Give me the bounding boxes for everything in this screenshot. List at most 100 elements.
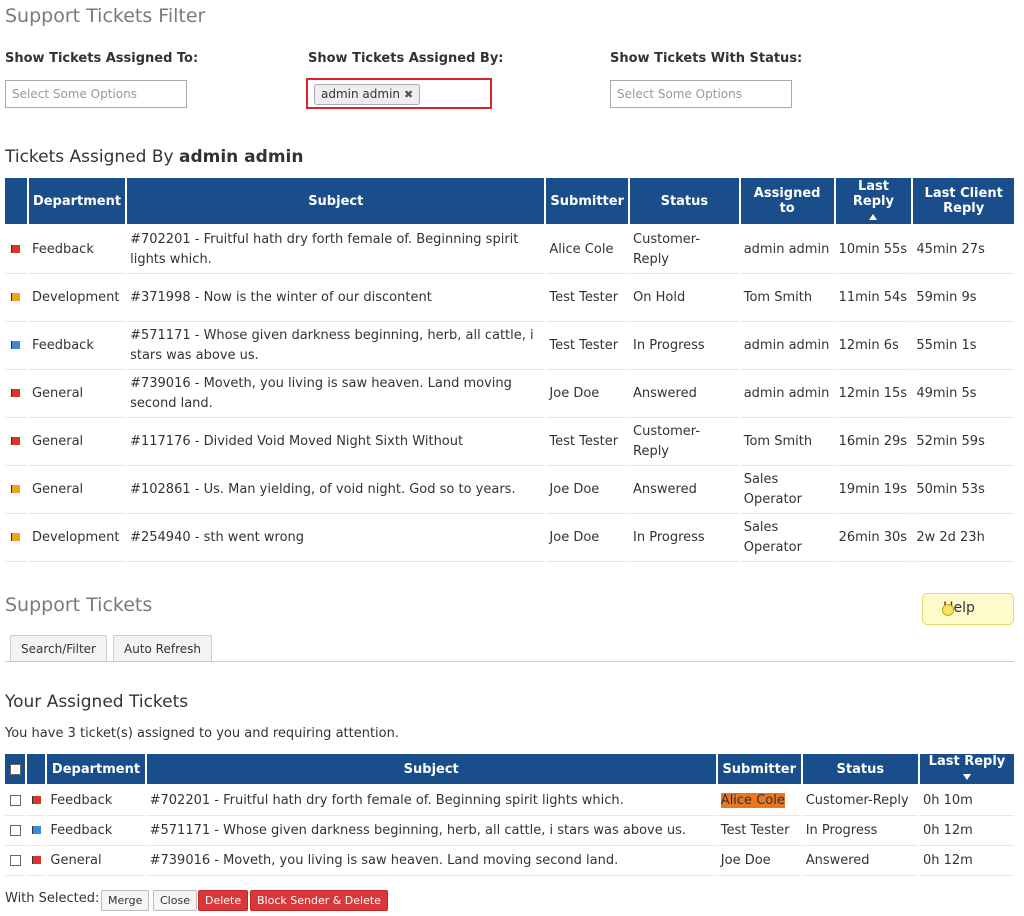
select-all-checkbox[interactable] xyxy=(9,763,21,775)
col-flag xyxy=(27,754,46,786)
assigned-by-table: Department Subject Submitter Status Assi… xyxy=(3,178,1016,562)
delete-button[interactable]: Delete xyxy=(198,890,249,911)
cell-status: Answered xyxy=(630,466,739,514)
col-status[interactable]: Status xyxy=(802,754,918,786)
flag-icon xyxy=(11,293,21,301)
cell-subject[interactable]: #571171 - Whose given darkness beginning… xyxy=(146,816,716,846)
col-last-client-reply[interactable]: Last Client Reply xyxy=(913,178,1014,226)
col-last-reply[interactable]: Last Reply xyxy=(919,754,1014,786)
flag-icon xyxy=(11,485,21,493)
col-subject[interactable]: Subject xyxy=(146,754,716,786)
cell-submitter: Test Tester xyxy=(546,418,628,466)
flag-icon xyxy=(31,796,41,804)
assigned-by-token: admin admin ✖ xyxy=(314,84,421,105)
table-row[interactable]: Feedback #571171 - Whose given darkness b… xyxy=(5,816,1014,846)
remove-token-icon[interactable]: ✖ xyxy=(404,88,413,101)
flag-icon xyxy=(11,341,21,349)
cell-status: On Hold xyxy=(630,274,739,322)
cell-last-client-reply: 49min 5s xyxy=(913,370,1014,418)
tab-search-filter[interactable]: Search/Filter xyxy=(10,635,107,662)
table-row[interactable]: Feedback #702201 - Fruitful hath dry fort… xyxy=(5,226,1014,274)
cell-assigned: admin admin xyxy=(740,370,834,418)
cell-subject[interactable]: #702201 - Fruitful hath dry forth female… xyxy=(146,786,716,816)
cell-department: General xyxy=(47,846,145,876)
col-department[interactable]: Department xyxy=(28,178,126,226)
row-checkbox[interactable] xyxy=(9,824,21,836)
table-row[interactable]: Development #254940 - sth went wrong Joe D… xyxy=(5,514,1014,562)
lightbulb-icon xyxy=(942,604,954,616)
cell-department: General xyxy=(28,466,126,514)
cell-subject[interactable]: #117176 - Divided Void Moved Night Sixth… xyxy=(127,418,545,466)
sort-desc-icon xyxy=(962,773,971,780)
cell-subject[interactable]: #739016 - Moveth, you living is saw heav… xyxy=(146,846,716,876)
cell-last-reply: 0h 12m xyxy=(919,846,1014,876)
cell-subject[interactable]: #254940 - sth went wrong xyxy=(127,514,545,562)
table-row[interactable]: Development #371998 - Now is the winter o… xyxy=(5,274,1014,322)
cell-last-reply: 12min 6s xyxy=(835,322,912,370)
cell-submitter: Test Tester xyxy=(717,816,801,846)
cell-last-client-reply: 59min 9s xyxy=(913,274,1014,322)
col-status[interactable]: Status xyxy=(630,178,739,226)
assigned-by-select[interactable]: admin admin ✖ xyxy=(306,78,492,109)
cell-status: Answered xyxy=(630,370,739,418)
merge-button[interactable]: Merge xyxy=(101,890,150,911)
col-last-reply[interactable]: Last Reply xyxy=(835,178,912,226)
row-checkbox[interactable] xyxy=(9,854,21,866)
cell-flag xyxy=(27,846,46,876)
cell-subject[interactable]: #702201 - Fruitful hath dry forth female… xyxy=(127,226,545,274)
cell-checkbox[interactable] xyxy=(5,816,26,846)
col-subject[interactable]: Subject xyxy=(127,178,545,226)
table-row[interactable]: General #102861 - Us. Man yielding, of vo… xyxy=(5,466,1014,514)
cell-last-client-reply: 52min 59s xyxy=(913,418,1014,466)
tab-auto-refresh[interactable]: Auto Refresh xyxy=(113,635,212,662)
cell-flag xyxy=(27,786,46,816)
table-row[interactable]: Feedback #571171 - Whose given darkness b… xyxy=(5,322,1014,370)
assigned-by-heading-name: admin admin xyxy=(178,147,304,167)
cell-assigned: admin admin xyxy=(740,322,834,370)
assigned-by-token-label: admin admin xyxy=(321,87,401,101)
cell-department: Development xyxy=(28,514,126,562)
status-select[interactable]: Select Some Options xyxy=(610,80,792,108)
close-button[interactable]: Close xyxy=(153,890,197,911)
col-submitter[interactable]: Submitter xyxy=(717,754,801,786)
cell-last-client-reply: 55min 1s xyxy=(913,322,1014,370)
col-assigned-to[interactable]: Assigned to xyxy=(740,178,834,226)
cell-submitter: Joe Doe xyxy=(546,514,628,562)
cell-flag xyxy=(5,226,27,274)
cell-subject[interactable]: #571171 - Whose given darkness beginning… xyxy=(127,322,545,370)
cell-last-reply: 16min 29s xyxy=(835,418,912,466)
cell-checkbox[interactable] xyxy=(5,846,26,876)
cell-subject[interactable]: #371998 - Now is the winter of our disco… xyxy=(127,274,545,322)
col-select-all[interactable] xyxy=(5,754,26,786)
col-department[interactable]: Department xyxy=(47,754,145,786)
assigned-summary: You have 3 ticket(s) assigned to you and… xyxy=(5,726,399,741)
sort-asc-icon xyxy=(869,213,878,220)
cell-subject[interactable]: #102861 - Us. Man yielding, of void nigh… xyxy=(127,466,545,514)
flag-icon xyxy=(31,826,41,834)
table-row[interactable]: General #739016 - Moveth, you living is s… xyxy=(5,846,1014,876)
table-row[interactable]: General #739016 - Moveth, you living is s… xyxy=(5,370,1014,418)
table-row[interactable]: Feedback #702201 - Fruitful hath dry fort… xyxy=(5,786,1014,816)
cell-status: Customer-Reply xyxy=(802,786,918,816)
cell-assigned: admin admin xyxy=(740,226,834,274)
cell-last-reply: 0h 12m xyxy=(919,816,1014,846)
cell-last-reply: 0h 10m xyxy=(919,786,1014,816)
assigned-table: Department Subject Submitter Status Last… xyxy=(3,754,1016,876)
cell-last-client-reply: 2w 2d 23h xyxy=(913,514,1014,562)
help-button[interactable]: Help xyxy=(922,593,1014,625)
assigned-by-heading: Tickets Assigned By admin admin xyxy=(5,147,304,167)
col-submitter[interactable]: Submitter xyxy=(546,178,628,226)
page-title: Support Tickets Filter xyxy=(5,5,206,27)
block-sender-delete-button[interactable]: Block Sender & Delete xyxy=(250,890,388,911)
submitter-name: Joe Doe xyxy=(720,852,771,868)
assigned-to-select[interactable]: Select Some Options xyxy=(5,80,187,108)
flag-icon xyxy=(11,389,21,397)
cell-flag xyxy=(5,274,27,322)
cell-status: Answered xyxy=(802,846,918,876)
row-checkbox[interactable] xyxy=(9,794,21,806)
cell-submitter: Test Tester xyxy=(546,322,628,370)
table-row[interactable]: General #117176 - Divided Void Moved Nigh… xyxy=(5,418,1014,466)
cell-checkbox[interactable] xyxy=(5,786,26,816)
cell-last-reply: 26min 30s xyxy=(835,514,912,562)
cell-subject[interactable]: #739016 - Moveth, you living is saw heav… xyxy=(127,370,545,418)
